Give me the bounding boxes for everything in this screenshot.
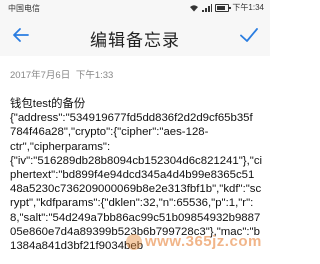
status-time: 下午1:34 xyxy=(232,3,264,12)
note-line: ctr","cipherparams": xyxy=(10,140,111,153)
note-line: 48a5230c736209000069b8e2e313fbf1b","kdf"… xyxy=(10,183,262,196)
note-date: 2017年7月6日 xyxy=(10,70,71,81)
note-line: {"address":"534919677fd5dd836f2d2d9cf65b… xyxy=(10,112,253,125)
status-bar: 中国电信 下午1:34 xyxy=(0,0,270,14)
note-line: {"iv":"516289db28b8094cb152304d6c821241"… xyxy=(10,154,262,167)
note-line: 8,"salt":"54d249a7bb86ac99c51b09854932b9… xyxy=(10,211,261,224)
note-line: 钱包test的备份 xyxy=(10,98,86,110)
toolbar: 编辑备忘录 xyxy=(0,14,270,56)
note-time: 下午1:33 xyxy=(75,70,114,81)
signal-icon xyxy=(202,3,213,12)
note-timestamp: 2017年7月6日 下午1:33 xyxy=(10,67,116,81)
note-line: phertext":"bd899f4e94dcd345a4d4b99e8365c… xyxy=(10,169,255,182)
wifi-icon xyxy=(190,4,199,11)
battery-icon xyxy=(215,3,232,12)
carrier-label: 中国电信 xyxy=(8,4,40,13)
page-title: 编辑备忘录 xyxy=(90,31,180,50)
status-icons: 下午1:34 xyxy=(189,2,264,13)
checkmark-icon xyxy=(240,28,258,42)
save-button[interactable] xyxy=(236,22,262,48)
watermark-logo-icon xyxy=(126,234,142,250)
note-line: 784f46a28","crypto":{"cipher":"aes-128- xyxy=(10,126,209,139)
note-line: rypt","kdfparams":{"dklen":32,"n":65536,… xyxy=(10,197,254,210)
watermark: www.365jz.com xyxy=(145,233,262,250)
